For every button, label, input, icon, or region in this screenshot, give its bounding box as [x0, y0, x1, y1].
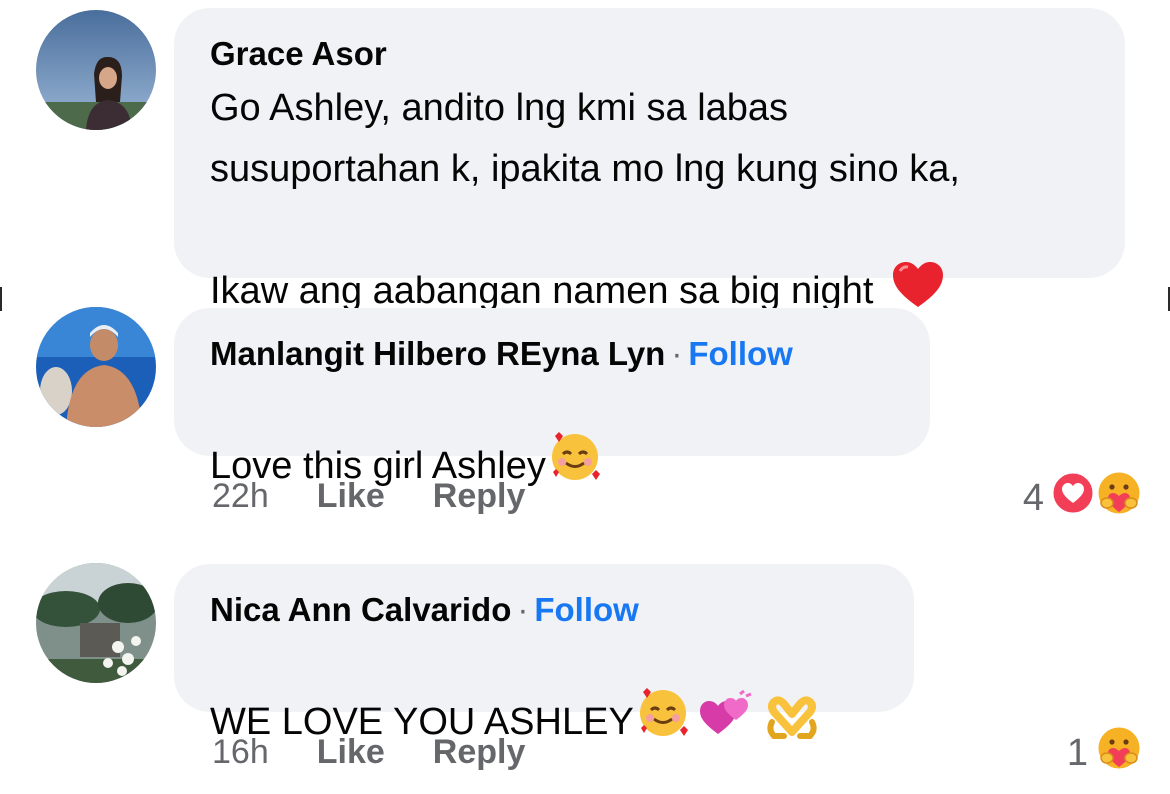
reaction-summary[interactable]: 4 — [1023, 468, 1144, 528]
avatar[interactable] — [36, 307, 156, 427]
follow-button[interactable]: Follow — [688, 335, 792, 372]
care-reaction-icon — [1094, 468, 1144, 528]
comment-text: Go Ashley, andito lng kmi sa labas susup… — [210, 78, 1089, 328]
smiling-face-with-hearts-emoji — [636, 630, 690, 756]
comment-text-body: Go Ashley, andito lng kmi sa labas susup… — [210, 87, 960, 312]
author-name[interactable]: Manlangit Hilbero REyna Lyn — [210, 335, 665, 372]
comment-bubble: Nica Ann Calvarido · Follow WE LOVE YOU AS… — [174, 564, 914, 743]
avatar[interactable] — [36, 563, 156, 683]
heart-hands-emoji — [764, 636, 820, 756]
avatar[interactable] — [36, 10, 156, 130]
follow-button[interactable]: Follow — [534, 591, 638, 628]
timestamp[interactable]: 22h — [212, 477, 269, 515]
timestamp[interactable]: 16h — [212, 733, 269, 771]
reaction-summary[interactable]: 1 — [1067, 723, 1144, 783]
like-button[interactable]: Like — [317, 477, 385, 515]
reply-button[interactable]: Reply — [433, 733, 526, 771]
like-button[interactable]: Like — [317, 733, 385, 771]
comment-actions: 16h Like Reply — [212, 733, 573, 772]
separator-dot: · — [517, 591, 529, 628]
reaction-count: 1 — [1066, 731, 1088, 774]
author-name[interactable]: Grace Asor — [210, 34, 1089, 74]
author-line: Nica Ann Calvarido · Follow — [210, 590, 878, 630]
author-name[interactable]: Nica Ann Calvarido — [210, 591, 511, 628]
author-line: Manlangit Hilbero REyna Lyn · Follow — [210, 334, 894, 374]
care-reaction-icon — [1094, 723, 1144, 783]
love-reaction-icon — [1050, 470, 1096, 526]
reaction-count: 4 — [1022, 476, 1044, 519]
reply-button[interactable]: Reply — [433, 477, 526, 515]
edge-line-left — [0, 287, 2, 311]
comment-bubble: Manlangit Hilbero REyna Lyn · Follow Love … — [174, 308, 930, 487]
comment-actions: 22h Like Reply — [212, 477, 573, 516]
comment-bubble: Grace Asor Go Ashley, andito lng kmi sa … — [174, 8, 1125, 312]
separator-dot: · — [671, 335, 683, 372]
two-hearts-emoji — [698, 634, 754, 756]
